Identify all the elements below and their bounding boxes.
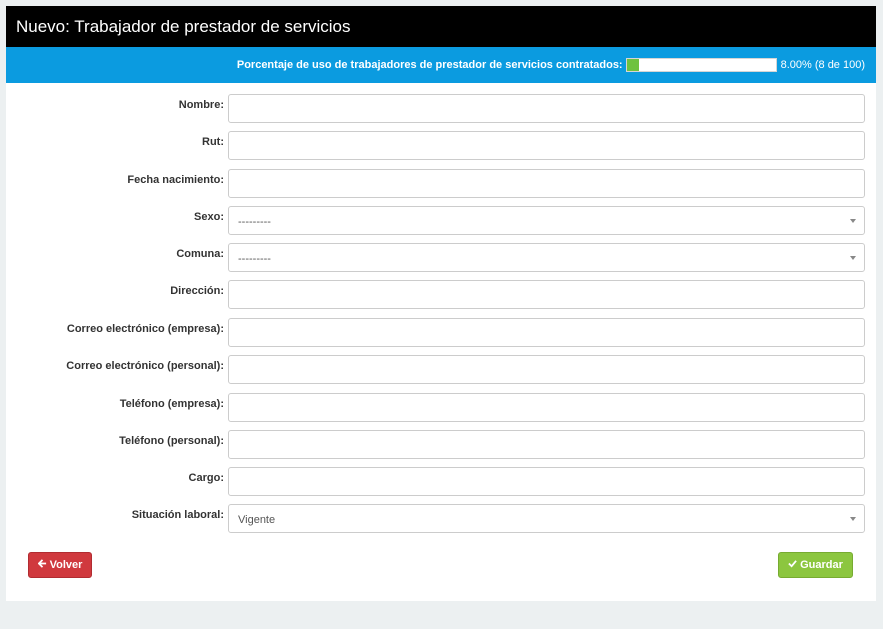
field-label-telefono-personal: Teléfono (personal): (119, 435, 224, 447)
field-row-correo-empresa: Correo electrónico (empresa): (6, 318, 876, 347)
usage-progress-fill (626, 59, 639, 71)
field-label-rut: Rut: (202, 136, 224, 148)
correo-personal-input[interactable] (228, 355, 865, 384)
field-row-fecha-nacimiento: Fecha nacimiento: (6, 169, 876, 198)
arrow-left-icon (37, 559, 47, 571)
field-label-situacion-laboral: Situación laboral: (131, 509, 224, 521)
back-button[interactable]: Volver (28, 552, 92, 578)
field-row-direccion: Dirección: (6, 280, 876, 309)
correo-empresa-input[interactable] (228, 318, 865, 347)
telefono-personal-input[interactable] (228, 430, 865, 459)
field-row-telefono-personal: Teléfono (personal): (6, 430, 876, 459)
nombre-input[interactable] (228, 94, 865, 123)
field-label-correo-empresa: Correo electrónico (empresa): (66, 323, 224, 335)
direccion-input[interactable] (228, 280, 865, 309)
field-label-cargo: Cargo: (188, 472, 224, 484)
field-row-situacion-laboral: Situación laboral: Vigente (6, 504, 876, 533)
field-label-direccion: Dirección: (170, 285, 224, 297)
field-row-correo-personal: Correo electrónico (personal): (6, 355, 876, 384)
page-title: Nuevo: Trabajador de prestador de servic… (6, 6, 876, 47)
field-label-sexo: Sexo: (194, 211, 224, 223)
field-label-telefono-empresa: Teléfono (empresa): (119, 398, 224, 410)
field-row-comuna: Comuna: --------- (6, 243, 876, 272)
sexo-select[interactable]: --------- (228, 206, 865, 235)
field-label-comuna: Comuna: (176, 248, 224, 260)
save-button[interactable]: Guardar (778, 552, 853, 578)
check-icon (788, 559, 797, 571)
field-label-fecha-nacimiento: Fecha nacimiento: (127, 174, 224, 186)
chevron-down-icon (850, 256, 856, 260)
comuna-select-value: --------- (238, 253, 271, 265)
usage-bar: Porcentaje de uso de trabajadores de pre… (6, 47, 876, 83)
usage-label: Porcentaje de uso de trabajadores de pre… (236, 59, 623, 71)
situacion-laboral-select-value: Vigente (238, 514, 276, 526)
field-row-telefono-empresa: Teléfono (empresa): (6, 393, 876, 422)
telefono-empresa-input[interactable] (228, 393, 865, 422)
form-panel: Nuevo: Trabajador de prestador de servic… (6, 6, 876, 601)
sexo-select-value: --------- (238, 216, 271, 228)
comuna-select[interactable]: --------- (228, 243, 865, 272)
situacion-laboral-select[interactable]: Vigente (228, 504, 865, 533)
chevron-down-icon (850, 517, 856, 521)
field-row-nombre: Nombre: (6, 94, 876, 123)
rut-input[interactable] (228, 131, 865, 160)
field-row-sexo: Sexo: --------- (6, 206, 876, 235)
back-button-label: Volver (49, 559, 83, 571)
field-row-rut: Rut: (6, 131, 876, 160)
usage-progress-bar (625, 58, 777, 72)
field-label-correo-personal: Correo electrónico (personal): (66, 360, 224, 372)
fecha-nacimiento-input[interactable] (228, 169, 865, 198)
usage-value: 8.00% (8 de 100) (780, 59, 865, 71)
chevron-down-icon (850, 219, 856, 223)
cargo-input[interactable] (228, 467, 865, 496)
save-button-label: Guardar (800, 559, 843, 571)
field-row-cargo: Cargo: (6, 467, 876, 496)
field-label-nombre: Nombre: (178, 99, 224, 111)
